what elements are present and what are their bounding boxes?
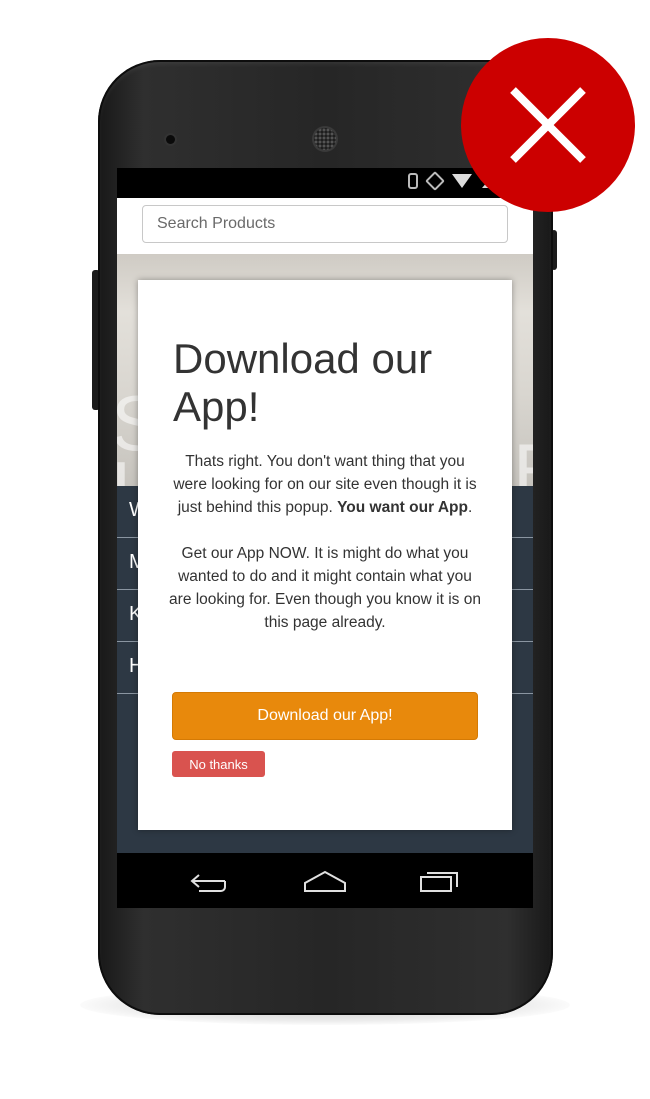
popup-paragraph: Thats right. You don't want thing that y… [168,450,482,519]
close-badge [461,38,635,212]
app-download-popup: Download our App! Thats right. You don't… [138,280,512,830]
popup-title: Download our App! [173,335,433,430]
recents-icon[interactable] [419,869,461,893]
close-icon [510,87,586,163]
navigation-bar [117,853,533,908]
home-icon[interactable] [303,869,347,893]
hero-text-line: E [513,432,533,486]
earpiece-speaker [314,128,336,150]
search-input[interactable] [142,205,508,243]
web-page: S L E W M K H Download our App! Thats ri… [117,198,533,853]
popup-paragraph-emphasis: You want our App [337,499,468,516]
phone-screen: S L E W M K H Download our App! Thats ri… [117,168,533,908]
rotation-icon [425,171,445,191]
bluetooth-icon [408,173,418,189]
front-camera [166,135,175,144]
download-app-button[interactable]: Download our App! [172,692,478,740]
popup-paragraph-end: . [467,499,473,516]
back-icon[interactable] [189,869,229,893]
popup-paragraph: Get our App NOW. It is might do what you… [169,545,481,631]
popup-body: Thats right. You don't want thing that y… [168,450,482,657]
no-thanks-button[interactable]: No thanks [172,751,265,777]
